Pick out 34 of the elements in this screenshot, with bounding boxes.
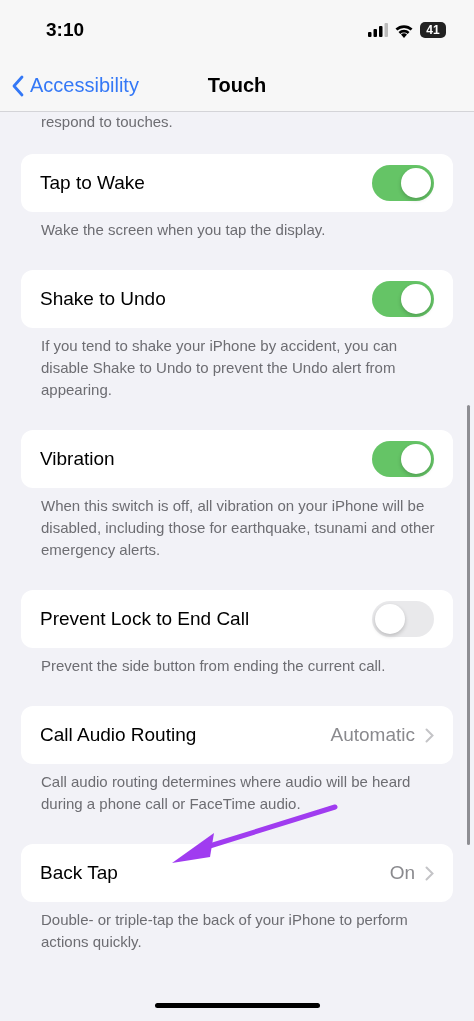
setting-label: Back Tap	[40, 862, 118, 884]
footer-text: Double- or triple-tap the back of your iPhone to perform actions quickly.	[40, 910, 409, 952]
setting-value: On	[389, 862, 415, 884]
toggle-switch[interactable]	[372, 441, 434, 477]
battery-icon: 41	[420, 22, 446, 38]
setting-row[interactable]: Call Audio Routing Automatic	[21, 706, 453, 764]
setting-row[interactable]: Back Tap On	[21, 844, 453, 902]
setting-row[interactable]: Vibration	[21, 430, 453, 488]
toggle-switch[interactable]	[372, 165, 434, 201]
status-time: 3:10	[46, 19, 85, 41]
toggle-switch[interactable]	[372, 281, 434, 317]
chevron-icon	[425, 727, 434, 743]
wifi-icon	[394, 22, 414, 38]
footer-text: Prevent the side button from ending the current call.	[40, 656, 387, 676]
page-title: Touch	[207, 74, 267, 97]
signal-icon	[368, 23, 388, 37]
setting-row[interactable]: Prevent Lock to End Call	[21, 590, 453, 648]
setting-row[interactable]: Shake to Undo	[21, 270, 453, 328]
footer-text: If you tend to shake your iPhone by accident, you can disable Shake to Undo to prevent the Undo alert from appearing.	[40, 336, 399, 400]
footer-text: When this switch is off, all vibration on your iPhone will be disabled, including those for earthquake, tsunami and other emergency alerts.	[40, 496, 436, 560]
back-chevron-icon	[12, 74, 24, 97]
setting-label: Shake to Undo	[40, 288, 166, 310]
footer-text: Call audio routing determines where audio will be heard during a phone call or FaceTime audio.	[40, 772, 412, 814]
setting-row[interactable]: Tap to Wake	[21, 154, 453, 212]
setting-label: Vibration	[40, 448, 115, 470]
setting-label: Tap to Wake	[40, 172, 145, 194]
setting-label: Call Audio Routing	[40, 724, 197, 746]
back-button[interactable]: Accessibility	[12, 74, 139, 97]
toggle-switch[interactable]	[372, 601, 434, 637]
setting-value: Automatic	[330, 724, 415, 746]
footer-text: respond to touches.	[41, 112, 173, 132]
footer-text: Wake the screen when you tap the display.	[40, 220, 327, 240]
chevron-icon	[425, 865, 434, 881]
setting-label: Prevent Lock to End Call	[40, 608, 250, 630]
